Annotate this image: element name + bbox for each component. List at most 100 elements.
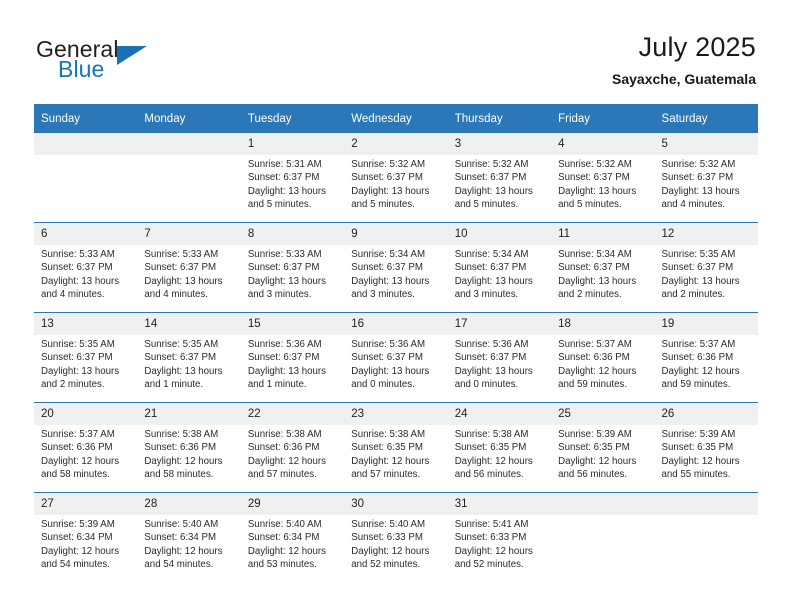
daylight-text-line2: and 3 minutes. bbox=[351, 288, 415, 300]
day-sun-info: Sunrise: 5:32 AM Sunset: 6:37 PM Daylight:… bbox=[655, 155, 758, 211]
calendar-day-cell[interactable]: 13 Sunrise: 5:35 AM Sunset: 6:37 PM Dayligh… bbox=[34, 312, 138, 403]
daylight-text-line2: and 56 minutes. bbox=[558, 468, 628, 480]
daylight-text-line2: and 59 minutes. bbox=[558, 378, 628, 390]
day-number: 15 bbox=[240, 313, 345, 335]
calendar-container: Sunday Monday Tuesday Wednesday Thursday… bbox=[34, 104, 758, 582]
sunset-text: Sunset: 6:37 PM bbox=[41, 262, 113, 274]
calendar-day-cell[interactable]: 5 Sunrise: 5:32 AM Sunset: 6:37 PM Daylight… bbox=[654, 133, 758, 223]
calendar-table: Sunday Monday Tuesday Wednesday Thursday… bbox=[34, 104, 758, 582]
calendar-day-cell[interactable]: 15 Sunrise: 5:36 AM Sunset: 6:37 PM Dayligh… bbox=[240, 312, 345, 403]
daylight-text-line1: Daylight: 12 hours bbox=[41, 545, 120, 557]
day-sun-info: Sunrise: 5:35 AM Sunset: 6:37 PM Daylight:… bbox=[655, 245, 758, 301]
day-sun-info: Sunrise: 5:40 AM Sunset: 6:34 PM Daylight:… bbox=[137, 515, 240, 571]
calendar-cell-empty bbox=[34, 133, 138, 223]
daylight-text-line1: Daylight: 13 hours bbox=[247, 275, 326, 287]
day-number: 13 bbox=[34, 313, 138, 335]
day-number: 31 bbox=[447, 493, 552, 515]
sunset-text: Sunset: 6:37 PM bbox=[247, 352, 320, 364]
calendar-day-cell[interactable]: 26 Sunrise: 5:39 AM Sunset: 6:35 PM Dayligh… bbox=[654, 402, 758, 493]
sunset-text: Sunset: 6:37 PM bbox=[247, 262, 320, 274]
calendar-day-cell[interactable]: 31 Sunrise: 5:41 AM Sunset: 6:33 PM Dayligh… bbox=[447, 492, 552, 582]
day-sun-info: Sunrise: 5:40 AM Sunset: 6:33 PM Daylight:… bbox=[344, 515, 447, 571]
calendar-day-cell[interactable]: 30 Sunrise: 5:40 AM Sunset: 6:33 PM Dayligh… bbox=[344, 492, 448, 582]
calendar-day-cell[interactable]: 11 Sunrise: 5:34 AM Sunset: 6:37 PM Dayligh… bbox=[551, 222, 655, 313]
daylight-text-line2: and 53 minutes. bbox=[247, 558, 317, 570]
calendar-day-cell[interactable]: 20 Sunrise: 5:37 AM Sunset: 6:36 PM Dayligh… bbox=[34, 402, 138, 493]
day-sun-info: Sunrise: 5:34 AM Sunset: 6:37 PM Daylight:… bbox=[448, 245, 551, 301]
calendar-day-cell[interactable]: 24 Sunrise: 5:38 AM Sunset: 6:35 PM Dayligh… bbox=[447, 402, 552, 493]
sunset-text: Sunset: 6:36 PM bbox=[661, 352, 734, 364]
day-sun-info: Sunrise: 5:32 AM Sunset: 6:37 PM Daylight:… bbox=[551, 155, 654, 211]
sunrise-text: Sunrise: 5:38 AM bbox=[144, 429, 219, 440]
sunset-text: Sunset: 6:37 PM bbox=[661, 262, 734, 274]
calendar-day-cell[interactable]: 28 Sunrise: 5:40 AM Sunset: 6:34 PM Dayligh… bbox=[137, 492, 241, 582]
calendar-day-cell[interactable]: 3 Sunrise: 5:32 AM Sunset: 6:37 PM Daylight… bbox=[447, 133, 552, 223]
sunrise-text: Sunrise: 5:32 AM bbox=[351, 159, 426, 170]
sunset-text: Sunset: 6:37 PM bbox=[351, 262, 423, 274]
day-number: 20 bbox=[34, 403, 138, 425]
daylight-text-line2: and 5 minutes. bbox=[351, 198, 415, 210]
calendar-day-cell[interactable]: 6 Sunrise: 5:33 AM Sunset: 6:37 PM Daylight… bbox=[34, 222, 138, 313]
day-number bbox=[551, 493, 655, 515]
day-number: 24 bbox=[447, 403, 552, 425]
daylight-text-line2: and 2 minutes. bbox=[558, 288, 622, 300]
sunrise-text: Sunrise: 5:40 AM bbox=[247, 519, 322, 530]
daylight-text-line2: and 2 minutes. bbox=[41, 378, 105, 390]
calendar-day-cell[interactable]: 19 Sunrise: 5:37 AM Sunset: 6:36 PM Dayligh… bbox=[654, 312, 758, 403]
sunrise-text: Sunrise: 5:38 AM bbox=[454, 429, 529, 440]
sunset-text: Sunset: 6:35 PM bbox=[558, 442, 630, 454]
sunrise-text: Sunrise: 5:33 AM bbox=[144, 249, 219, 260]
calendar-day-cell[interactable]: 18 Sunrise: 5:37 AM Sunset: 6:36 PM Dayligh… bbox=[551, 312, 655, 403]
sunset-text: Sunset: 6:33 PM bbox=[351, 532, 423, 544]
day-number bbox=[654, 493, 758, 515]
daylight-text-line1: Daylight: 13 hours bbox=[144, 365, 223, 377]
sunrise-text: Sunrise: 5:35 AM bbox=[41, 339, 115, 350]
brand-logo[interactable]: General Blue bbox=[36, 36, 256, 92]
calendar-day-cell[interactable]: 25 Sunrise: 5:39 AM Sunset: 6:35 PM Dayligh… bbox=[551, 402, 655, 493]
calendar-day-cell[interactable]: 4 Sunrise: 5:32 AM Sunset: 6:37 PM Daylight… bbox=[551, 133, 655, 223]
calendar-week-row: 6 Sunrise: 5:33 AM Sunset: 6:37 PM Daylight… bbox=[34, 222, 758, 313]
calendar-week-row: 20 Sunrise: 5:37 AM Sunset: 6:36 PM Dayligh… bbox=[34, 402, 758, 493]
calendar-day-cell[interactable]: 10 Sunrise: 5:34 AM Sunset: 6:37 PM Dayligh… bbox=[447, 222, 552, 313]
day-number: 1 bbox=[240, 133, 345, 155]
day-sun-info: Sunrise: 5:37 AM Sunset: 6:36 PM Daylight:… bbox=[551, 335, 654, 391]
calendar-day-cell[interactable]: 29 Sunrise: 5:40 AM Sunset: 6:34 PM Dayligh… bbox=[240, 492, 345, 582]
sunrise-text: Sunrise: 5:38 AM bbox=[247, 429, 322, 440]
day-number: 6 bbox=[34, 223, 138, 245]
sunset-text: Sunset: 6:37 PM bbox=[351, 172, 423, 184]
calendar-day-cell[interactable]: 14 Sunrise: 5:35 AM Sunset: 6:37 PM Dayligh… bbox=[137, 312, 241, 403]
weekday-header-sunday: Sunday bbox=[34, 104, 138, 133]
sunset-text: Sunset: 6:37 PM bbox=[351, 352, 423, 364]
daylight-text-line1: Daylight: 13 hours bbox=[661, 185, 740, 197]
day-number: 3 bbox=[447, 133, 552, 155]
daylight-text-line1: Daylight: 13 hours bbox=[247, 365, 326, 377]
calendar-day-cell[interactable]: 12 Sunrise: 5:35 AM Sunset: 6:37 PM Dayligh… bbox=[654, 222, 758, 313]
day-number: 9 bbox=[344, 223, 448, 245]
day-sun-info: Sunrise: 5:37 AM Sunset: 6:36 PM Daylight:… bbox=[34, 425, 137, 481]
daylight-text-line2: and 58 minutes. bbox=[41, 468, 110, 480]
calendar-day-cell[interactable]: 1 Sunrise: 5:31 AM Sunset: 6:37 PM Daylight… bbox=[240, 133, 345, 223]
day-number bbox=[34, 133, 138, 155]
calendar-day-cell[interactable]: 21 Sunrise: 5:38 AM Sunset: 6:36 PM Dayligh… bbox=[137, 402, 241, 493]
sunset-text: Sunset: 6:37 PM bbox=[558, 172, 630, 184]
daylight-text-line2: and 5 minutes. bbox=[454, 198, 519, 210]
calendar-day-cell[interactable]: 17 Sunrise: 5:36 AM Sunset: 6:37 PM Dayligh… bbox=[447, 312, 552, 403]
daylight-text-line2: and 59 minutes. bbox=[661, 378, 731, 390]
day-number: 21 bbox=[137, 403, 241, 425]
calendar-day-cell[interactable]: 2 Sunrise: 5:32 AM Sunset: 6:37 PM Daylight… bbox=[344, 133, 448, 223]
calendar-day-cell[interactable]: 7 Sunrise: 5:33 AM Sunset: 6:37 PM Daylight… bbox=[137, 222, 241, 313]
daylight-text-line1: Daylight: 13 hours bbox=[454, 275, 533, 287]
day-number: 11 bbox=[551, 223, 655, 245]
calendar-body: 1 Sunrise: 5:31 AM Sunset: 6:37 PM Daylight… bbox=[34, 133, 758, 582]
sunset-text: Sunset: 6:37 PM bbox=[558, 262, 630, 274]
sunset-text: Sunset: 6:37 PM bbox=[144, 352, 217, 364]
daylight-text-line2: and 57 minutes. bbox=[247, 468, 317, 480]
calendar-cell-empty bbox=[137, 133, 241, 223]
calendar-day-cell[interactable]: 23 Sunrise: 5:38 AM Sunset: 6:35 PM Dayligh… bbox=[344, 402, 448, 493]
calendar-day-cell[interactable]: 16 Sunrise: 5:36 AM Sunset: 6:37 PM Dayligh… bbox=[344, 312, 448, 403]
calendar-day-cell[interactable]: 22 Sunrise: 5:38 AM Sunset: 6:36 PM Dayligh… bbox=[240, 402, 345, 493]
day-number: 16 bbox=[344, 313, 448, 335]
calendar-day-cell[interactable]: 9 Sunrise: 5:34 AM Sunset: 6:37 PM Daylight… bbox=[344, 222, 448, 313]
calendar-day-cell[interactable]: 8 Sunrise: 5:33 AM Sunset: 6:37 PM Daylight… bbox=[240, 222, 345, 313]
calendar-day-cell[interactable]: 27 Sunrise: 5:39 AM Sunset: 6:34 PM Dayligh… bbox=[34, 492, 138, 582]
